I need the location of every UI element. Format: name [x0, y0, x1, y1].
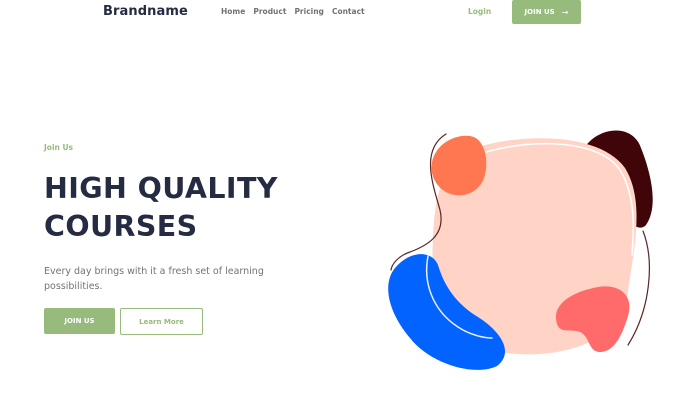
nav-link-home[interactable]: Home: [221, 7, 245, 16]
hero-join-button[interactable]: JOIN US: [44, 308, 115, 334]
hero-title: HIGH QUALITY COURSES: [44, 170, 278, 246]
hero-illustration: [388, 130, 653, 370]
login-link[interactable]: Login: [468, 7, 491, 16]
hero-eyebrow: Join Us: [44, 143, 74, 152]
learn-more-button[interactable]: Learn More: [120, 308, 203, 335]
nav-link-pricing[interactable]: Pricing: [294, 7, 324, 16]
orange-blob: [431, 135, 487, 196]
arrow-right-icon: →: [561, 7, 569, 17]
hero-title-line-1: HIGH QUALITY: [44, 172, 278, 205]
header-join-button[interactable]: JOIN US →: [512, 0, 581, 24]
hero-title-line-2: COURSES: [44, 210, 198, 243]
nav-link-product[interactable]: Product: [253, 7, 286, 16]
landing-page: Brandname Home Product Pricing Contact L…: [0, 0, 700, 420]
main-nav: Home Product Pricing Contact: [221, 7, 365, 16]
header-join-label: JOIN US: [524, 8, 555, 16]
brand-logo[interactable]: Brandname: [103, 4, 188, 19]
nav-link-contact[interactable]: Contact: [332, 7, 365, 16]
hero-subtitle: Every day brings with it a fresh set of …: [44, 266, 264, 292]
